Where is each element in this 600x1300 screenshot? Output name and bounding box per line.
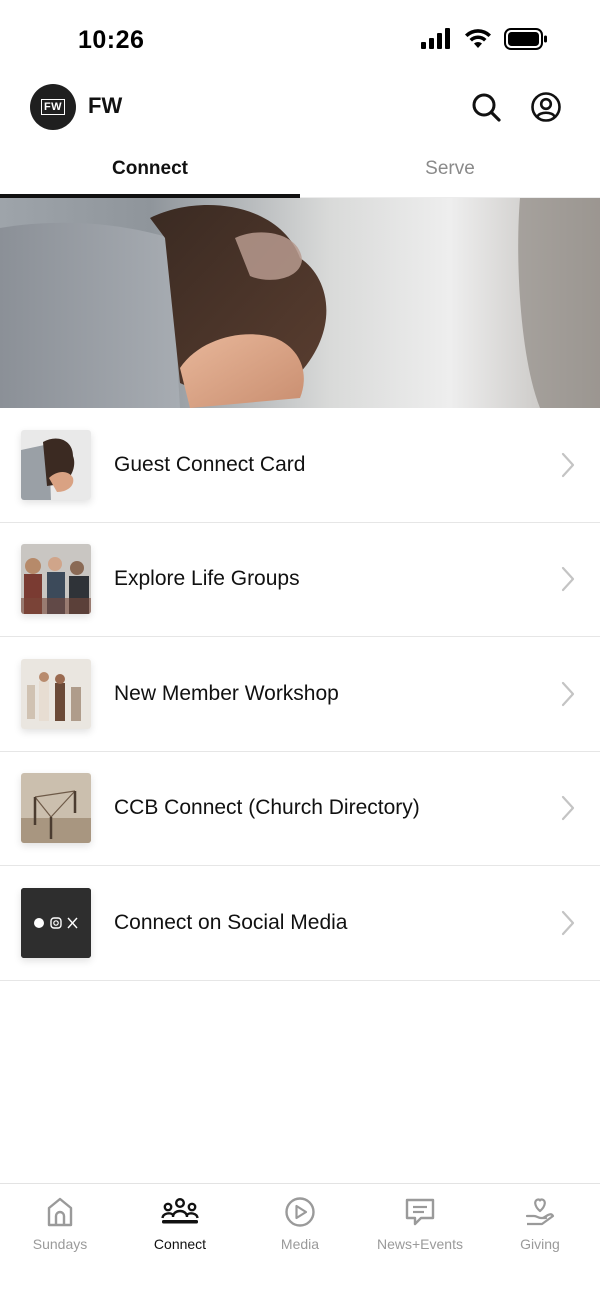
heart-hand-icon xyxy=(525,1198,555,1226)
nav-label: Media xyxy=(280,1236,320,1252)
nav-news-events[interactable]: News+Events xyxy=(360,1194,480,1264)
list-item-explore-life-groups[interactable]: Explore Life Groups xyxy=(0,523,600,637)
list-item-new-member-workshop[interactable]: New Member Workshop xyxy=(0,637,600,752)
list-item-label: New Member Workshop xyxy=(114,681,339,705)
status-time: 10:26 xyxy=(78,26,145,54)
brand-name: FW xyxy=(88,93,123,118)
brand-logo[interactable]: FW xyxy=(30,84,76,130)
brand-logo-text: FW xyxy=(40,99,66,115)
hero-handshake-image xyxy=(0,198,600,408)
tab-serve[interactable]: Serve xyxy=(300,140,600,198)
bottom-tab-bar: Sundays Connect Media News+Events Giving xyxy=(0,1183,600,1300)
thumb-handshake xyxy=(21,429,91,500)
list-item-label: Connect on Social Media xyxy=(114,910,348,934)
nav-label: Sundays xyxy=(32,1236,88,1252)
wifi-icon xyxy=(465,29,491,48)
tab-connect[interactable]: Connect xyxy=(0,140,300,198)
connect-list: Guest Connect Card Explore Life Groups N… xyxy=(0,408,600,981)
nav-connect[interactable]: Connect xyxy=(120,1194,240,1264)
chevron-right-icon xyxy=(561,567,575,592)
chevron-right-icon xyxy=(561,452,575,477)
search-icon xyxy=(472,93,501,122)
thumb-pins-network xyxy=(21,773,91,844)
list-item-connect-social-media[interactable]: Connect on Social Media xyxy=(0,866,600,981)
thumb-group-of-people xyxy=(21,544,91,615)
church-icon xyxy=(47,1197,73,1227)
battery-icon xyxy=(504,28,547,50)
status-icons xyxy=(420,28,548,50)
nav-giving[interactable]: Giving xyxy=(480,1194,600,1264)
list-item-label: CCB Connect (Church Directory) xyxy=(114,796,420,820)
top-tabs: Connect Serve xyxy=(0,140,600,198)
list-item-guest-connect-card[interactable]: Guest Connect Card xyxy=(0,408,600,523)
tab-connect-label: Connect xyxy=(112,158,188,179)
search-button[interactable] xyxy=(469,90,503,124)
list-item-label: Guest Connect Card xyxy=(114,452,306,476)
facebook-icon xyxy=(34,917,44,928)
status-bar: 10:26 xyxy=(0,0,600,80)
chevron-right-icon xyxy=(561,796,575,821)
chevron-right-icon xyxy=(561,681,575,706)
chat-icon xyxy=(405,1198,435,1226)
people-icon xyxy=(161,1198,199,1224)
nav-label: Giving xyxy=(520,1236,560,1252)
app-header: FW FW xyxy=(0,80,600,136)
account-icon xyxy=(531,92,561,122)
nav-media[interactable]: Media xyxy=(240,1194,360,1264)
nav-label: Connect xyxy=(153,1236,207,1252)
nav-sundays[interactable]: Sundays xyxy=(0,1194,120,1264)
thumb-social-icons xyxy=(21,887,91,958)
signal-icon xyxy=(421,28,450,49)
thumb-people-walking xyxy=(21,658,91,729)
nav-label: News+Events xyxy=(377,1236,463,1252)
list-item-label: Explore Life Groups xyxy=(114,567,300,591)
chevron-right-icon xyxy=(561,910,575,935)
list-item-ccb-connect[interactable]: CCB Connect (Church Directory) xyxy=(0,752,600,866)
profile-button[interactable] xyxy=(529,90,563,124)
play-icon xyxy=(285,1197,315,1227)
tab-serve-label: Serve xyxy=(425,158,475,179)
